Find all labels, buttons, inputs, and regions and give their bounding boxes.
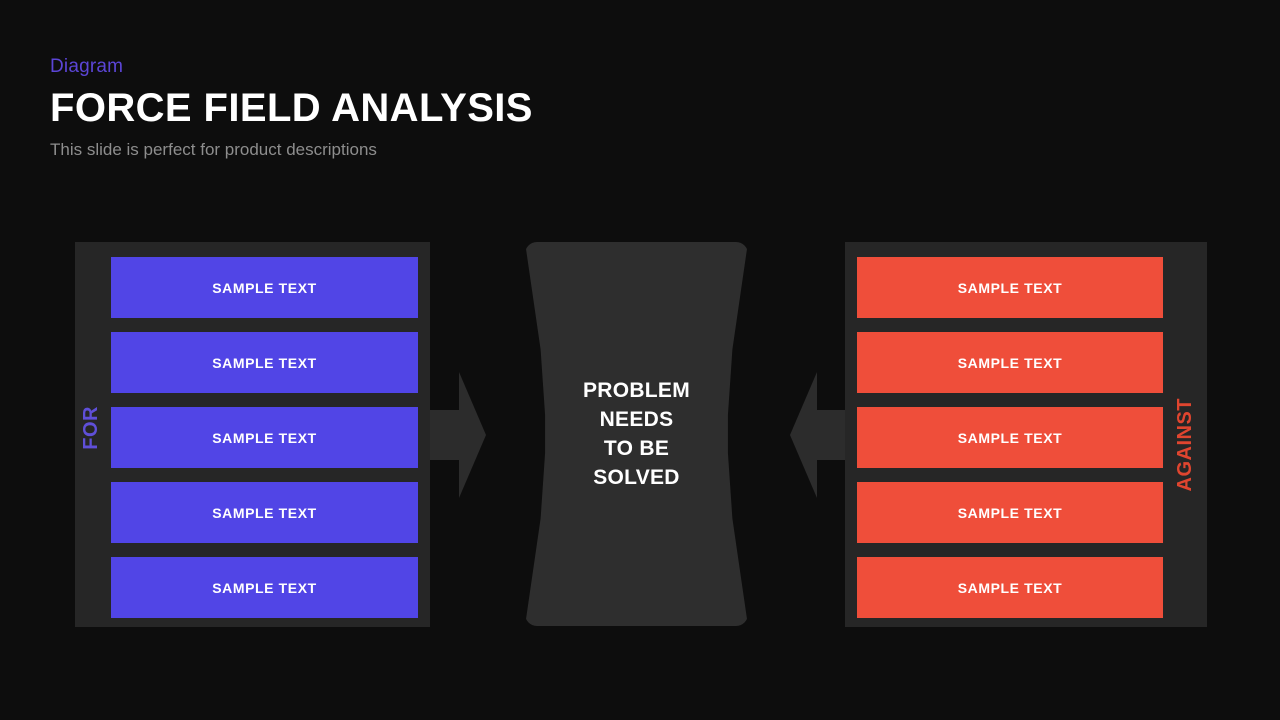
list-item[interactable]: SAMPLE TEXT — [857, 482, 1163, 543]
restraining-forces-list: SAMPLE TEXT SAMPLE TEXT SAMPLE TEXT SAMP… — [857, 257, 1163, 618]
force-box-label: SAMPLE TEXT — [212, 579, 317, 596]
force-box-label: SAMPLE TEXT — [957, 504, 1063, 521]
force-field-diagram: FOR SAMPLE TEXT SAMPLE TEXT SAMPLE TEXT … — [0, 0, 1280, 720]
force-box-label: SAMPLE TEXT — [212, 279, 317, 296]
list-item[interactable]: SAMPLE TEXT — [111, 332, 418, 393]
driving-forces-axis-label: FOR — [80, 406, 102, 450]
list-item[interactable]: SAMPLE TEXT — [857, 257, 1163, 318]
list-item[interactable]: SAMPLE TEXT — [857, 332, 1163, 393]
list-item[interactable]: SAMPLE TEXT — [111, 482, 418, 543]
force-box-label: SAMPLE TEXT — [212, 429, 317, 446]
restraining-forces-axis-label: AGAINST — [1174, 398, 1196, 492]
arrow-right-icon — [430, 372, 486, 498]
force-box-label: SAMPLE TEXT — [957, 354, 1063, 371]
list-item[interactable]: SAMPLE TEXT — [857, 557, 1163, 618]
central-problem-line: TO BE — [603, 437, 670, 460]
central-problem-line: NEEDS — [599, 408, 674, 431]
arrow-left-icon — [790, 372, 846, 498]
force-box-label: SAMPLE TEXT — [212, 354, 317, 371]
central-problem-text: PROBLEM NEEDS TO BE SOLVED — [583, 376, 690, 492]
central-problem-shape: PROBLEM NEEDS TO BE SOLVED — [525, 242, 748, 626]
force-box-label: SAMPLE TEXT — [212, 504, 317, 521]
list-item[interactable]: SAMPLE TEXT — [111, 557, 418, 618]
list-item[interactable]: SAMPLE TEXT — [111, 407, 418, 468]
force-box-label: SAMPLE TEXT — [957, 279, 1063, 296]
list-item[interactable]: SAMPLE TEXT — [111, 257, 418, 318]
central-problem-line: SOLVED — [593, 466, 680, 489]
force-box-label: SAMPLE TEXT — [957, 579, 1063, 596]
list-item[interactable]: SAMPLE TEXT — [857, 407, 1163, 468]
driving-forces-list: SAMPLE TEXT SAMPLE TEXT SAMPLE TEXT SAMP… — [111, 257, 418, 618]
central-problem-line: PROBLEM — [582, 379, 691, 402]
force-box-label: SAMPLE TEXT — [957, 429, 1063, 446]
